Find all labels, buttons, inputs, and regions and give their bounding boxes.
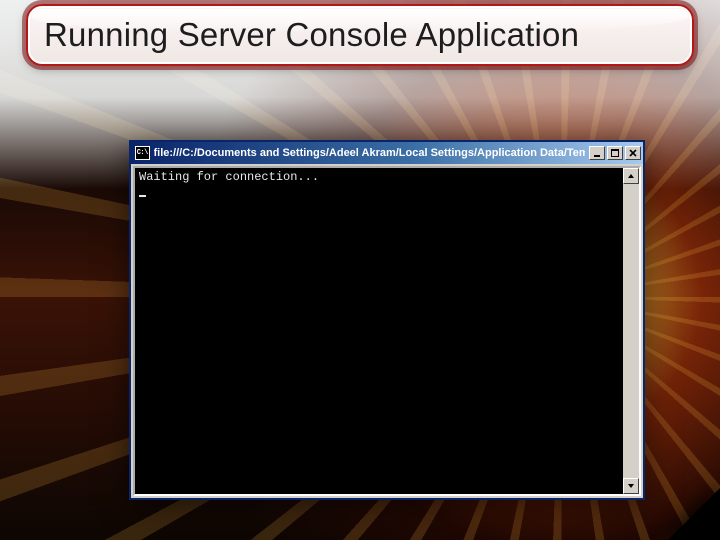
- cmd-icon: C:\: [135, 146, 150, 160]
- scroll-up-button[interactable]: [623, 168, 639, 184]
- chevron-up-icon: [627, 172, 635, 180]
- minimize-button[interactable]: [589, 146, 605, 160]
- window-title-text: file:///C:/Documents and Settings/Adeel …: [154, 147, 586, 159]
- maximize-icon: [611, 149, 619, 157]
- page-curl-corner: [668, 488, 720, 540]
- cmd-icon-text: C:\: [137, 149, 148, 157]
- scroll-down-button[interactable]: [623, 478, 639, 494]
- text-cursor: [139, 195, 146, 197]
- window-titlebar[interactable]: C:\ file:///C:/Documents and Settings/Ad…: [131, 142, 643, 164]
- window-controls: [589, 146, 643, 160]
- close-icon: [629, 149, 637, 157]
- window-body: Waiting for connection...: [133, 166, 641, 496]
- console-output[interactable]: Waiting for connection...: [135, 168, 623, 494]
- scrollbar-track[interactable]: [623, 184, 639, 478]
- minimize-icon: [593, 149, 601, 157]
- chevron-down-icon: [627, 482, 635, 490]
- slide-title-panel: Running Server Console Application: [26, 4, 694, 66]
- console-line: Waiting for connection...: [139, 170, 319, 184]
- close-button[interactable]: [625, 146, 641, 160]
- vertical-scrollbar[interactable]: [623, 168, 639, 494]
- slide-title: Running Server Console Application: [44, 16, 579, 54]
- maximize-button[interactable]: [607, 146, 623, 160]
- console-window: C:\ file:///C:/Documents and Settings/Ad…: [129, 140, 645, 500]
